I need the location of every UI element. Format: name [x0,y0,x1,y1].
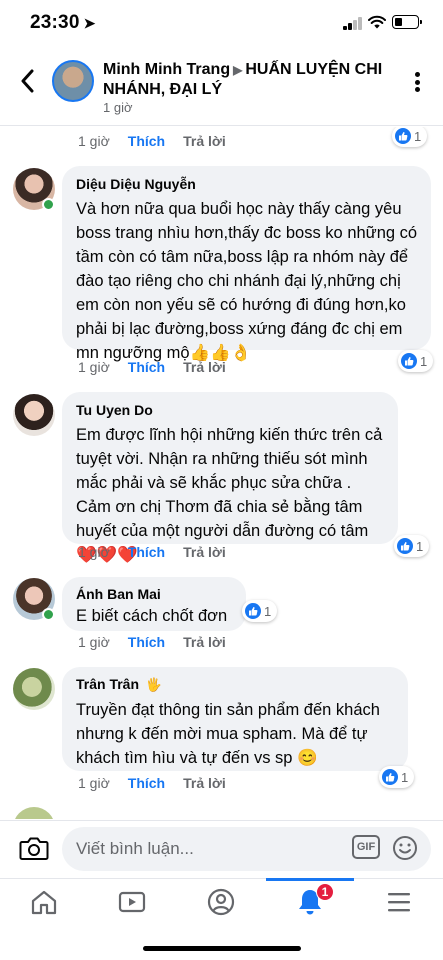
like-button[interactable]: Thích [128,359,165,375]
avatar[interactable] [13,668,55,710]
avatar[interactable] [13,394,55,436]
comment-bubble[interactable]: Diệu Diệu Nguyễn Và hơn nữa qua buổi học… [62,166,431,362]
back-button[interactable] [14,66,40,96]
reply-button[interactable]: Trả lời [183,634,226,650]
like-reaction-icon [382,769,398,785]
comment-time: 1 giờ [78,133,110,149]
comment-composer: Viết bình luận... GIF [0,820,443,878]
status-bar: 23:30 ➤ [0,0,443,48]
post-header: Minh Minh Trang ▶ HUẤN LUYỆN CHI NHÁNH, ĐẠ… [0,52,443,126]
reply-button[interactable]: Trả lời [183,359,226,375]
status-time: 23:30 ➤ [30,12,96,33]
author-avatar[interactable] [52,60,94,102]
emoji-icon[interactable] [392,835,418,861]
like-reaction-icon [395,128,411,144]
tab-watch[interactable] [88,879,176,925]
like-button[interactable]: Thích [128,133,165,149]
profile-icon [207,888,235,916]
comment-actions: 1 giờ Thích Trả lời [78,775,226,791]
reaction-count[interactable]: 1 [379,766,415,788]
menu-icon [388,893,410,912]
comment-text: Truyền đạt thông tin sản phẩm đến khách … [76,701,380,767]
tab-notifications[interactable]: 1 [266,879,354,925]
online-indicator [42,198,55,211]
signal-icon [343,17,363,30]
reaction-count[interactable]: 1 [242,600,278,622]
comment-bubble[interactable]: Trân Trân 🖐 Truyền đạt thông tin sản phẩ… [62,667,408,771]
reply-button[interactable]: Trả lời [183,133,226,149]
reply-button[interactable]: Trả lời [183,544,226,560]
author-badge-icon: 🖐 [145,677,163,692]
wifi-icon [368,15,386,29]
comment-actions: 1 giờ Thích Trả lời [78,133,226,149]
comment-placeholder: Viết bình luận... [76,839,194,858]
comment-time: 1 giờ [78,544,110,560]
back-icon [21,69,34,93]
reaction-count[interactable]: 1 [394,535,430,557]
comment-author[interactable]: Diệu Diệu Nguyễn [76,175,419,193]
avatar[interactable] [13,807,55,819]
arrow-right-icon: ▶ [233,63,243,77]
author-name[interactable]: Minh Minh Trang [103,61,230,78]
home-icon [31,890,57,915]
comment-actions: 1 giờ Thích Trả lời [78,359,226,375]
comment-author[interactable]: Trân Trân 🖐 [76,675,396,694]
comment-actions: 1 giờ Thích Trả lời [78,544,226,560]
tab-profile[interactable] [177,879,265,925]
tab-menu[interactable] [355,879,443,925]
more-icon [414,72,420,77]
tab-home[interactable] [0,879,88,925]
like-reaction-icon [401,353,417,369]
more-button[interactable] [405,70,429,94]
bottom-nav: 1 [0,878,443,960]
comment-time: 1 giờ [78,359,110,375]
comment-bubble[interactable]: Ánh Ban Mai E biết cách chốt đơn [62,577,246,631]
comment-author[interactable]: Ánh Ban Mai [76,585,234,603]
comment-author[interactable]: Tu Uyen Do [76,401,386,419]
home-indicator [143,946,301,951]
online-indicator [42,608,55,621]
like-button[interactable]: Thích [128,634,165,650]
comment-actions: 1 giờ Thích Trả lời [78,634,226,650]
watch-icon [118,891,146,913]
reaction-count[interactable]: 1 [398,350,434,372]
like-reaction-icon [245,603,261,619]
like-reaction-icon [397,538,413,554]
post-time: 1 giờ [103,100,133,115]
location-arrow-icon: ➤ [83,15,96,31]
camera-icon[interactable] [19,835,49,861]
post-title: Minh Minh Trang ▶ HUẤN LUYỆN CHI NHÁNH, ĐẠ… [103,60,393,100]
battery-icon [392,15,422,29]
reply-button[interactable]: Trả lời [183,775,226,791]
gif-icon[interactable]: GIF [352,835,380,859]
comment-time: 1 giờ [78,634,110,650]
reaction-count[interactable]: 1 [392,127,428,147]
notification-badge: 1 [316,883,334,901]
comment-input[interactable]: Viết bình luận... GIF [62,827,431,871]
comment-time: 1 giờ [78,775,110,791]
comment-list[interactable]: 1 giờ Thích Trả lời 1 Diệu Diệu Nguyễn V… [0,127,443,819]
like-button[interactable]: Thích [128,775,165,791]
comment-bubble[interactable]: Tu Uyen Do Em được lĩnh hội những kiến t… [62,392,398,564]
comment-text: Và hơn nữa qua buổi học này thấy càng yê… [76,200,418,362]
like-button[interactable]: Thích [128,544,165,560]
comment-text: E biết cách chốt đơn [76,607,228,625]
